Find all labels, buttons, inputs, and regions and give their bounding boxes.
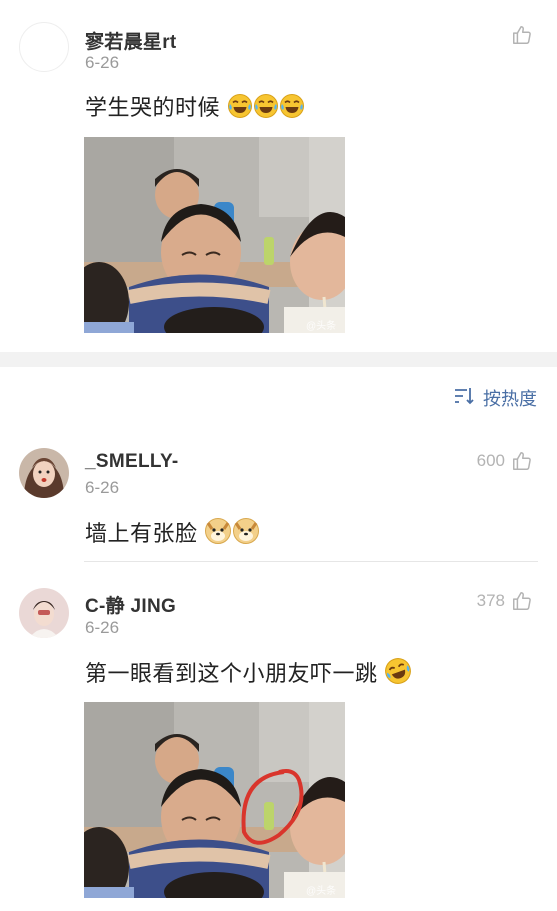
comment-date: 6-26	[85, 478, 120, 497]
laugh-cry-emoji-icon	[384, 657, 412, 691]
thumb-up-icon	[511, 450, 533, 472]
like-count: 378	[476, 591, 505, 610]
original-post: 寥若晨星rt 6-26 学生哭的时候 @头条	[0, 0, 557, 352]
like-count: 600	[476, 451, 505, 470]
post-date: 6-26	[85, 53, 120, 72]
sort-label: 按热度	[483, 389, 537, 409]
like-button[interactable]: 378	[477, 590, 533, 612]
comment-text: 墙上有张脸	[85, 516, 260, 551]
avatar[interactable]	[19, 588, 69, 638]
laugh-cry-emoji-icon	[253, 93, 279, 125]
sort-icon	[453, 386, 475, 411]
thumb-up-icon	[511, 590, 533, 612]
comment-username[interactable]: C-静 JING	[85, 591, 176, 618]
like-button[interactable]	[511, 24, 533, 46]
thumb-up-icon	[511, 24, 533, 46]
doge-emoji-icon	[204, 517, 232, 551]
comment-text-content: 墙上有张脸	[85, 521, 198, 546]
like-button[interactable]: 600	[477, 450, 533, 472]
post-username[interactable]: 寥若晨星rt	[85, 27, 177, 54]
doge-emoji-icon	[232, 517, 260, 551]
laugh-cry-emoji-icon	[279, 93, 305, 125]
image-watermark: @头条	[306, 319, 336, 332]
laugh-cry-emoji-icon	[227, 93, 253, 125]
comment-text: 第一眼看到这个小朋友吓一跳	[85, 656, 412, 691]
divider	[84, 561, 538, 562]
image-watermark: @头条	[306, 884, 336, 897]
comment-username[interactable]: _SMELLY-	[85, 451, 179, 473]
comment-date: 6-26	[85, 618, 120, 637]
post-text-content: 学生哭的时候	[85, 95, 221, 120]
comment-sort-bar: 按热度	[0, 367, 557, 427]
section-separator	[0, 352, 557, 367]
sort-by-hot-button[interactable]: 按热度	[453, 385, 537, 411]
post-text: 学生哭的时候	[85, 90, 305, 125]
comment-image[interactable]: @头条	[84, 702, 345, 898]
avatar[interactable]	[19, 22, 69, 72]
post-image[interactable]: @头条	[84, 137, 345, 333]
comment-text-content: 第一眼看到这个小朋友吓一跳	[85, 661, 378, 686]
avatar[interactable]	[19, 448, 69, 498]
